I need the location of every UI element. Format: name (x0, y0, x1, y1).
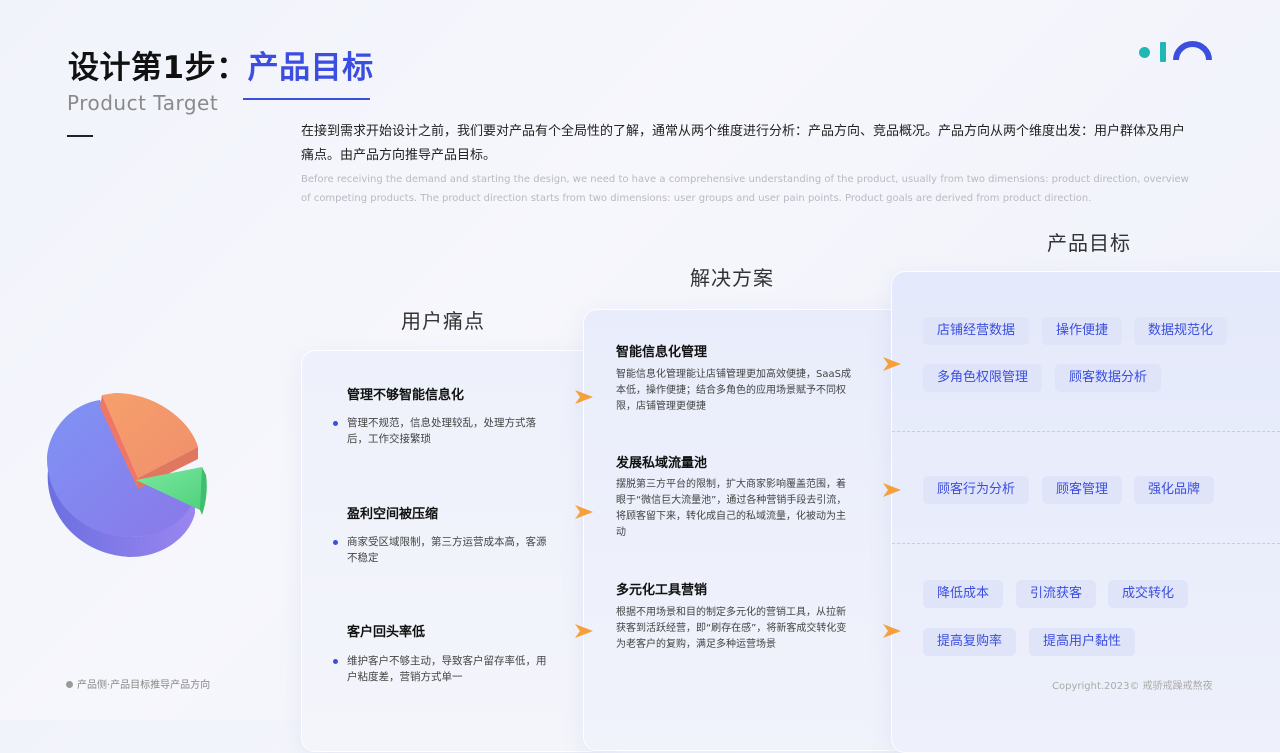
goal-tag: 提高用户黏性 (1029, 628, 1136, 656)
arrow-right-icon (883, 624, 901, 638)
goal-tag: 顾客行为分析 (923, 476, 1030, 504)
pain-point-desc: 维护客户不够主动，导致客户留存率低，用户粘度差，营销方式单一 (347, 655, 547, 683)
footer-caption-text: 产品侧·产品目标推导产品方向 (77, 680, 211, 691)
solutions-title: 解决方案 (690, 266, 774, 290)
pie-chart-illustration (47, 393, 207, 557)
title-dash-divider (67, 135, 93, 137)
logo-dot-icon (1139, 47, 1150, 58)
bullet-dot-icon (333, 659, 338, 664)
pain-point-desc: 管理不规范，信息处理较乱，处理方式落后，工作交接繁琐 (347, 417, 536, 445)
footer-caption: 产品侧·产品目标推导产品方向 (66, 676, 210, 691)
goal-tag: 成交转化 (1108, 580, 1189, 608)
solution-title: 多元化工具营销 (616, 583, 708, 598)
page-title: 设计第1步：产品目标 (68, 42, 374, 87)
goal-divider (892, 431, 1280, 432)
logo-bar-icon (1160, 42, 1166, 62)
solution-desc: 智能信息化管理能让店铺管理更加高效便捷，SaaS成本低，操作便捷；结合多角色的应… (616, 369, 851, 412)
page-title-accent: 产品目标 (247, 50, 374, 86)
arrow-right-icon (575, 390, 593, 404)
pain-point-title: 管理不够智能信息化 (347, 388, 465, 403)
solution-title: 发展私域流量池 (616, 456, 708, 471)
logo-arch-icon (1173, 41, 1212, 61)
pain-point-desc: 商家受区域限制，第三方运营成本高，客源不稳定 (347, 536, 547, 564)
intro-text-en: Before receiving the demand and starting… (301, 174, 1189, 204)
goal-tag: 引流获客 (1016, 580, 1097, 608)
pain-point-title: 盈利空间被压缩 (347, 507, 439, 522)
goal-tag: 顾客管理 (1042, 476, 1123, 504)
title-underline (243, 98, 370, 100)
arrow-right-icon (575, 624, 593, 638)
footer-copyright: Copyright.2023© 戒骄戒躁戒熬夜 (1052, 681, 1213, 692)
footer-dot-icon (66, 681, 73, 688)
goal-tag: 数据规范化 (1134, 317, 1228, 345)
intro-text-cn: 在接到需求开始设计之前，我们要对产品有个全局性的了解，通常从两个维度进行分析：产… (301, 124, 1186, 163)
goal-tag: 店铺经营数据 (923, 317, 1030, 345)
pain-points-title: 用户痛点 (401, 309, 485, 333)
page-title-prefix: 设计第1步： (68, 50, 248, 86)
goal-divider (892, 543, 1280, 544)
goal-tag: 提高复购率 (923, 628, 1017, 656)
solution-desc: 根据不用场景和目的制定多元化的营销工具，从拉新获客到活跃经营，即“刷存在感”，将… (616, 607, 847, 650)
page-subtitle: Product Target (67, 91, 219, 115)
bullet-dot-icon (333, 540, 338, 545)
arrow-right-icon (883, 483, 901, 497)
goal-tag: 顾客数据分析 (1055, 364, 1162, 392)
goals-title: 产品目标 (1047, 231, 1131, 255)
goal-tag: 降低成本 (923, 580, 1004, 608)
goal-tag: 操作便捷 (1042, 317, 1123, 345)
solution-title: 智能信息化管理 (616, 345, 708, 360)
goal-tag: 强化品牌 (1134, 476, 1215, 504)
bullet-dot-icon (333, 421, 338, 426)
goal-tag: 多角色权限管理 (923, 364, 1043, 392)
solution-desc: 摆脱第三方平台的限制，扩大商家影响覆盖范围，着眼于“微信巨大流量池”，通过各种营… (616, 479, 847, 538)
arrow-right-icon (883, 357, 901, 371)
pain-point-title: 客户回头率低 (347, 625, 426, 640)
arrow-right-icon (575, 505, 593, 519)
